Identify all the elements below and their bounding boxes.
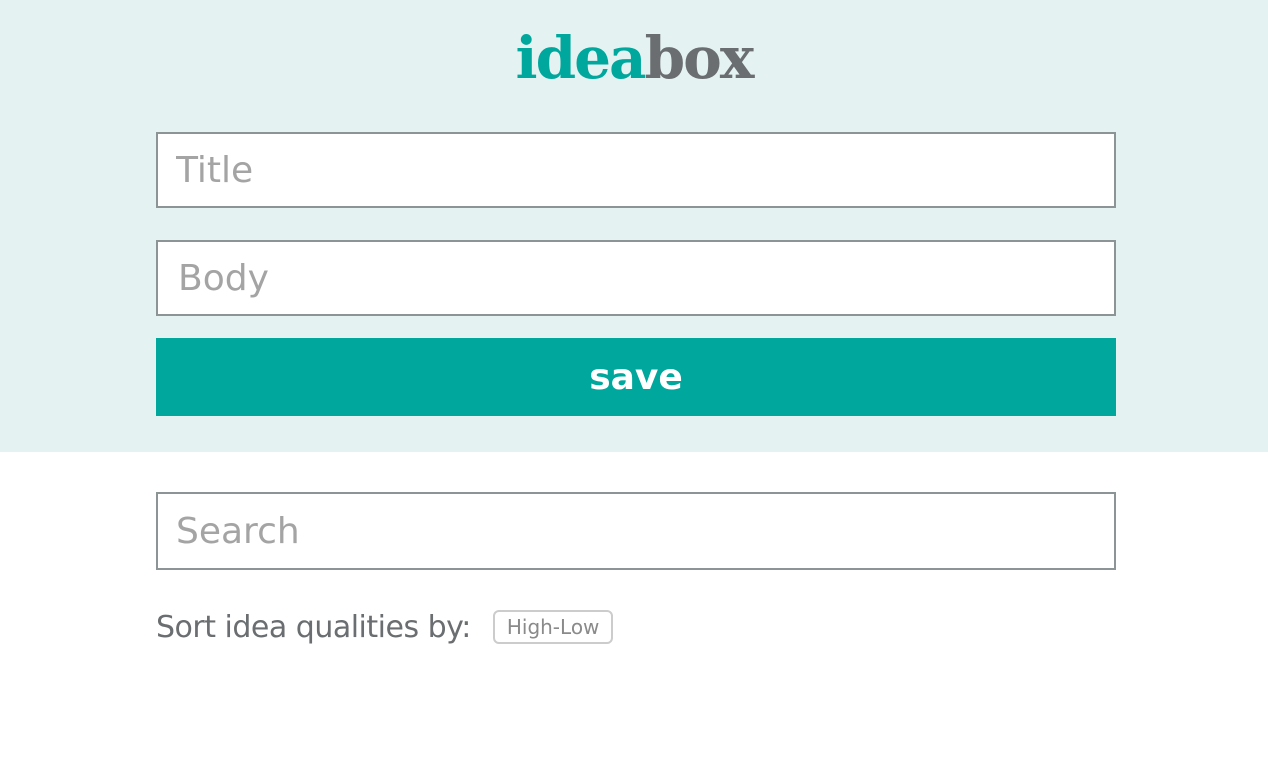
ideabox-logo: ideabox bbox=[0, 22, 1268, 94]
sort-high-low-button[interactable]: High-Low bbox=[492, 610, 614, 644]
logo-box-text: box bbox=[644, 24, 755, 92]
sort-label: Sort idea qualities by: bbox=[156, 609, 471, 645]
save-button[interactable]: save bbox=[156, 338, 1116, 416]
title-input[interactable] bbox=[156, 132, 1116, 208]
header-section: ideabox save bbox=[0, 0, 1268, 452]
body-input[interactable] bbox=[156, 240, 1116, 316]
sort-controls: Sort idea qualities by: High-Low bbox=[156, 606, 614, 648]
logo-idea-text: idea bbox=[515, 24, 647, 92]
search-input[interactable] bbox=[156, 492, 1116, 570]
